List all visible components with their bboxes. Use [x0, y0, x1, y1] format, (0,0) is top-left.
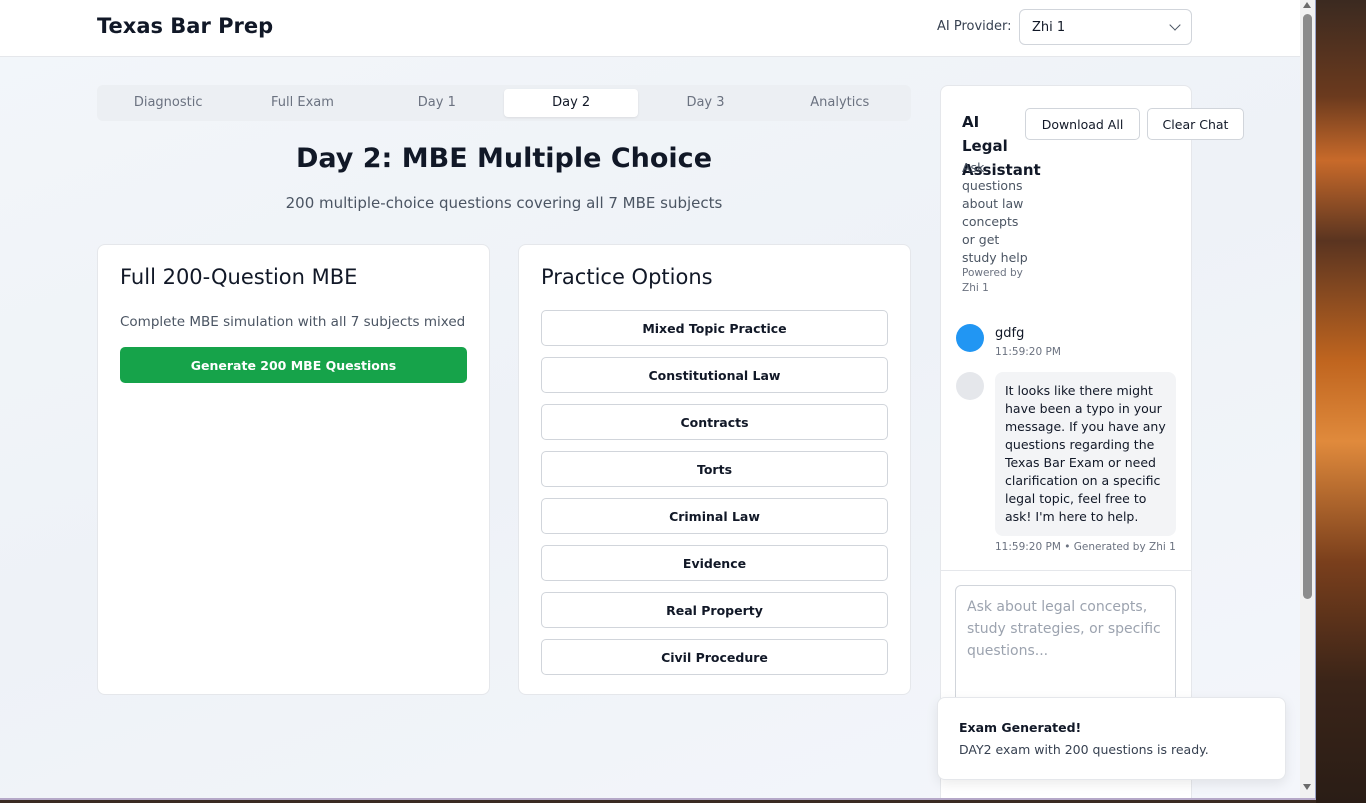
full-mbe-title: Full 200-Question MBE [120, 265, 358, 289]
scrollbar-thumb[interactable] [1303, 14, 1312, 599]
option-constitutional-law-button[interactable]: Constitutional Law [541, 357, 888, 393]
practice-options-card: Practice Options Mixed Topic Practice Co… [518, 244, 911, 695]
assistant-avatar [956, 372, 984, 400]
clear-chat-button[interactable]: Clear Chat [1147, 108, 1244, 140]
exam-tabs: Diagnostic Full Exam Day 1 Day 2 Day 3 A… [97, 85, 911, 121]
scroll-down-arrow-icon[interactable] [1303, 784, 1311, 790]
page-title: Day 2: MBE Multiple Choice [295, 143, 713, 174]
top-navbar: Texas Bar Prep AI Provider: Zhi 1 [0, 0, 1300, 57]
ai-chat-panel: AI Legal Assistant Ask questions about l… [940, 85, 1244, 798]
practice-options-title: Practice Options [541, 265, 713, 289]
option-civil-procedure-button[interactable]: Civil Procedure [541, 639, 888, 675]
option-contracts-button[interactable]: Contracts [541, 404, 888, 440]
user-message: gdfg [995, 326, 1025, 341]
option-criminal-law-button[interactable]: Criminal Law [541, 498, 888, 534]
tab-day-2[interactable]: Day 2 [503, 89, 639, 117]
option-real-property-button[interactable]: Real Property [541, 592, 888, 628]
ai-provider-label: AI Provider: [937, 19, 1012, 34]
tab-day-3[interactable]: Day 3 [638, 89, 772, 117]
tab-diagnostic[interactable]: Diagnostic [101, 89, 235, 117]
exam-generated-toast: Exam Generated! DAY2 exam with 200 quest… [937, 697, 1286, 780]
tab-day-1[interactable]: Day 1 [370, 89, 504, 117]
toast-title: Exam Generated! [959, 720, 1082, 735]
chat-divider [941, 570, 1191, 571]
scroll-up-arrow-icon[interactable] [1303, 2, 1311, 8]
generate-mbe-button[interactable]: Generate 200 MBE Questions [120, 347, 467, 383]
page-subtitle: 200 multiple-choice questions covering a… [285, 194, 723, 212]
option-evidence-button[interactable]: Evidence [541, 545, 888, 581]
page-scrollbar[interactable] [1300, 0, 1315, 798]
download-all-button[interactable]: Download All [1025, 108, 1140, 140]
assistant-message-meta: 11:59:20 PM • Generated by Zhi 1 [995, 541, 1176, 553]
toast-body: DAY2 exam with 200 questions is ready. [959, 742, 1209, 757]
assistant-message: It looks like there might have been a ty… [995, 372, 1176, 536]
browser-viewport: Texas Bar Prep AI Provider: Zhi 1 Diagno… [0, 0, 1316, 800]
option-mixed-topic-button[interactable]: Mixed Topic Practice [541, 310, 888, 346]
user-avatar [956, 324, 984, 352]
full-mbe-description: Complete MBE simulation with all 7 subje… [120, 314, 466, 330]
user-message-time: 11:59:20 PM [995, 346, 1061, 358]
chevron-down-icon [1169, 19, 1181, 31]
chat-powered-by: Powered by Zhi 1 [962, 267, 1023, 294]
full-mbe-card: Full 200-Question MBE Complete MBE simul… [97, 244, 490, 695]
ai-provider-select[interactable]: Zhi 1 [1019, 9, 1192, 45]
chat-description: Ask questions about law concepts or get … [962, 160, 1028, 265]
practice-options-list: Mixed Topic Practice Constitutional Law … [541, 310, 888, 686]
tab-analytics[interactable]: Analytics [773, 89, 907, 117]
tab-full-exam[interactable]: Full Exam [235, 89, 369, 117]
ai-provider-value: Zhi 1 [1032, 19, 1066, 35]
option-torts-button[interactable]: Torts [541, 451, 888, 487]
desktop-wallpaper [1316, 0, 1366, 803]
brand-title: Texas Bar Prep [97, 14, 274, 38]
